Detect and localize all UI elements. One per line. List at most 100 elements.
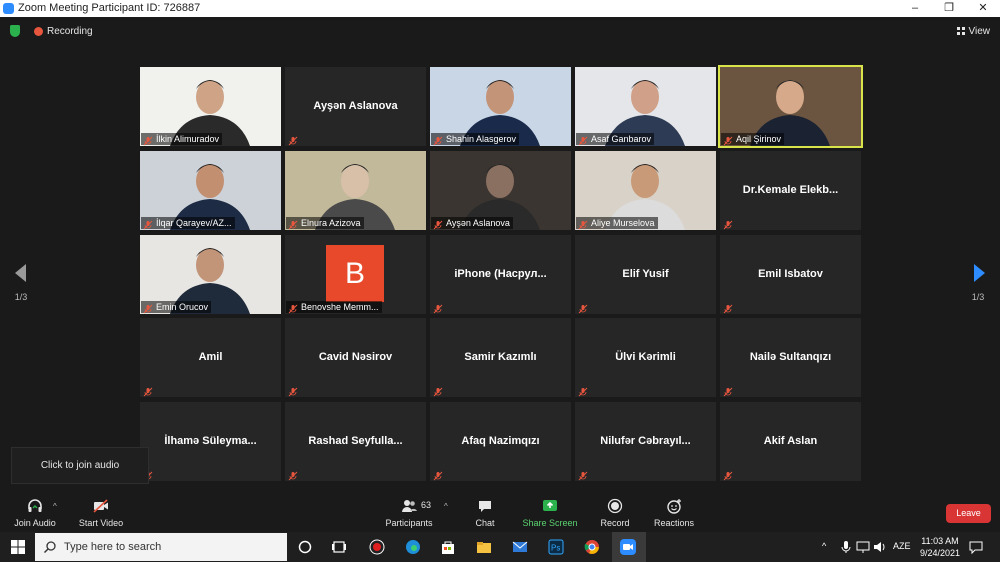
screen-recorder-app-icon[interactable] <box>369 539 385 555</box>
participant-tile[interactable]: İlhamə Süleyma... <box>140 402 281 481</box>
participant-tile[interactable]: Nailə Sultanqızı <box>720 318 861 397</box>
chat-label: Chat <box>475 518 495 528</box>
participants-label: Participants <box>385 518 433 528</box>
maximize-button[interactable]: ❐ <box>932 0 966 17</box>
meeting-controls: Join Audio ^ Start Video 63 Participants… <box>0 488 1000 532</box>
zoom-logo-icon <box>3 3 14 14</box>
participant-tile[interactable]: Dr.Kemale Elekb... <box>720 151 861 230</box>
muted-mic-icon <box>288 133 298 146</box>
participant-tile[interactable]: Ayşən Aslanova <box>430 151 571 230</box>
participant-tile[interactable]: İlqar Qarayev/AZ... <box>140 151 281 230</box>
participant-name: Ülvi Kərimli <box>615 351 676 363</box>
muted-mic-icon <box>433 133 443 146</box>
svg-text:Ps: Ps <box>551 544 560 553</box>
mail-icon[interactable] <box>512 539 528 555</box>
close-button[interactable]: ✕ <box>966 0 1000 17</box>
language-indicator[interactable]: AZE <box>893 541 911 551</box>
participant-tile[interactable]: Elif Yusif <box>575 235 716 314</box>
microphone-tray-icon[interactable] <box>838 539 854 555</box>
grid-view-icon <box>956 27 965 35</box>
audio-options-caret-icon[interactable]: ^ <box>53 502 57 511</box>
muted-mic-icon <box>723 217 733 230</box>
join-audio-tooltip: Click to join audio <box>11 447 149 484</box>
view-label: View <box>968 26 991 37</box>
volume-icon[interactable] <box>872 539 888 555</box>
participant-tile[interactable]: İlkin Alimuradov <box>140 67 281 146</box>
participant-name: Shahin Alasgerov <box>431 133 520 145</box>
windows-start-icon[interactable] <box>10 539 26 555</box>
participant-tile[interactable]: Afaq Nazimqızı <box>430 402 571 481</box>
task-view-icon[interactable] <box>331 539 347 555</box>
show-hidden-icons-caret[interactable]: ^ <box>822 541 826 551</box>
participant-tile[interactable]: Aqil Şirinov <box>718 65 863 148</box>
participant-tile[interactable]: Shahin Alasgerov <box>430 67 571 146</box>
participant-name: Ayşən Aslanova <box>431 217 513 229</box>
participant-tile[interactable]: Emil Isbatov <box>720 235 861 314</box>
windows-taskbar: Type here to search Ps ^ AZE 11:03 AM 9/… <box>0 532 1000 562</box>
chrome-icon[interactable] <box>584 539 600 555</box>
participant-tile[interactable]: iPhone (Насрул... <box>430 235 571 314</box>
participant-tile[interactable]: Rashad Seyfulla... <box>285 402 426 481</box>
window-title: Zoom Meeting Participant ID: 726887 <box>18 2 201 14</box>
participant-name: İlkin Alimuradov <box>141 133 223 145</box>
muted-mic-icon <box>288 468 298 481</box>
participant-tile[interactable]: Ayşən Aslanova <box>285 67 426 146</box>
next-page-arrow-icon[interactable] <box>972 263 986 283</box>
participant-name: Aliye Murselova <box>576 217 658 229</box>
share-screen-icon <box>543 500 557 511</box>
cortana-icon[interactable] <box>297 539 313 555</box>
muted-mic-icon <box>723 384 733 397</box>
muted-mic-icon <box>433 468 443 481</box>
participant-name: Rashad Seyfulla... <box>308 435 403 447</box>
avatar: B <box>326 245 384 302</box>
edge-browser-icon[interactable] <box>405 539 421 555</box>
muted-mic-icon <box>433 301 443 314</box>
participant-tile[interactable]: Asaf Ganbarov <box>575 67 716 146</box>
previous-page-arrow-icon[interactable] <box>14 263 28 283</box>
minimize-button[interactable]: – <box>898 0 932 17</box>
participant-tile[interactable]: Emin Orucov <box>140 235 281 314</box>
participant-tile[interactable]: Ülvi Kərimli <box>575 318 716 397</box>
participant-name: Ayşən Aslanova <box>313 100 398 112</box>
network-icon[interactable] <box>855 539 871 555</box>
chat-icon <box>479 501 491 512</box>
muted-mic-icon <box>723 301 733 314</box>
muted-mic-icon <box>143 217 153 230</box>
security-shield-icon[interactable] <box>10 25 20 37</box>
leave-button[interactable]: Leave <box>946 504 991 523</box>
participant-tile[interactable]: Akif Aslan <box>720 402 861 481</box>
taskbar-search-box[interactable]: Type here to search <box>35 533 287 561</box>
participant-name: Nilufər Cəbrayıl... <box>600 435 691 447</box>
taskbar-clock[interactable]: 11:03 AM 9/24/2021 <box>920 535 960 559</box>
participants-caret-icon[interactable]: ^ <box>444 502 448 511</box>
participant-tile[interactable]: Nilufər Cəbrayıl... <box>575 402 716 481</box>
participant-tile[interactable]: Aliye Murselova <box>575 151 716 230</box>
muted-mic-icon <box>143 384 153 397</box>
photoshop-icon[interactable]: Ps <box>548 539 564 555</box>
muted-mic-icon <box>578 301 588 314</box>
participants-count: 63 <box>421 500 432 510</box>
participant-tile[interactable]: Samir Kazımlı <box>430 318 571 397</box>
participant-name: Elif Yusif <box>622 268 669 280</box>
zoom-app-icon[interactable] <box>620 539 636 555</box>
muted-mic-icon <box>723 468 733 481</box>
store-icon[interactable] <box>440 539 456 555</box>
search-icon <box>44 541 56 553</box>
page-indicator-right: 1/3 <box>971 292 985 302</box>
muted-mic-icon <box>578 217 588 230</box>
participant-tile[interactable]: Elnura Azizova <box>285 151 426 230</box>
headphones-icon <box>28 499 42 512</box>
muted-mic-icon <box>578 468 588 481</box>
file-explorer-icon[interactable] <box>476 539 492 555</box>
muted-mic-icon <box>143 133 153 146</box>
reactions-label: Reactions <box>653 518 695 528</box>
window-titlebar: Zoom Meeting Participant ID: 726887 – ❐ … <box>0 0 1000 17</box>
meeting-topbar: Recording View <box>0 17 1000 47</box>
muted-mic-icon <box>143 301 153 314</box>
participant-tile[interactable]: Cavid Nəsirov <box>285 318 426 397</box>
participant-tile[interactable]: Amil <box>140 318 281 397</box>
video-off-icon <box>93 499 108 513</box>
view-button[interactable]: View <box>956 26 991 37</box>
notifications-icon[interactable] <box>968 539 984 555</box>
participant-tile[interactable]: B Benovshe Memm... <box>285 235 426 314</box>
